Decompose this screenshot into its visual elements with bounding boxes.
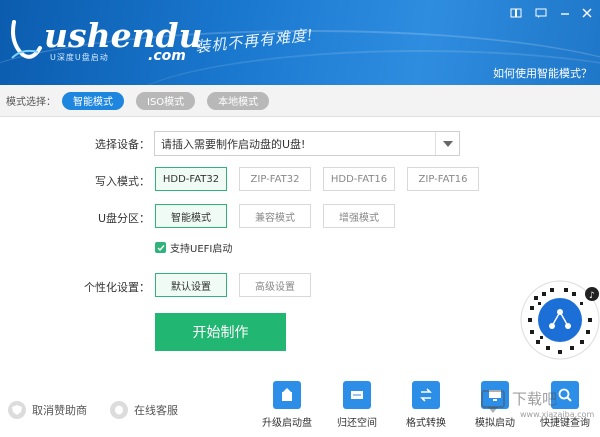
personal-advanced[interactable]: 高级设置	[239, 273, 311, 297]
write-mode-hdd-fat16[interactable]: HDD-FAT16	[323, 167, 395, 191]
logo-icon	[11, 20, 42, 59]
tool-restore-space[interactable]: 归还空间	[327, 381, 387, 429]
uefi-checkbox[interactable]	[155, 242, 166, 253]
tool-label: 归还空间	[337, 418, 377, 429]
close-icon[interactable]	[580, 7, 594, 19]
partition-compatible[interactable]: 兼容模式	[239, 204, 311, 228]
partition-enhanced[interactable]: 增强模式	[323, 204, 395, 228]
mode-tab-local[interactable]: 本地模式	[207, 91, 270, 110]
svg-text:♪: ♪	[589, 291, 595, 301]
watermark-text: 下载吧	[512, 390, 558, 408]
write-mode-zip-fat32[interactable]: ZIP-FAT32	[239, 167, 311, 191]
convert-icon	[412, 381, 440, 409]
write-mode-hdd-fat32[interactable]: HDD-FAT32	[155, 167, 227, 191]
partition-smart[interactable]: 智能模式	[155, 204, 227, 228]
mode-bar: 模式选择： 智能模式 ISO模式 本地模式	[0, 85, 600, 117]
chat-icon	[110, 401, 128, 419]
tool-format-convert[interactable]: 格式转换	[396, 381, 456, 429]
cancel-sponsor-link[interactable]: 取消赞助商	[8, 401, 87, 419]
cancel-sponsor-label: 取消赞助商	[32, 404, 87, 417]
title-banner: ushendu .com U深度U盘启动 装机不再有难度! 如何使用智能模式？	[0, 0, 600, 85]
shield-icon	[8, 401, 26, 419]
disk-icon	[343, 381, 371, 409]
write-mode-zip-fat16[interactable]: ZIP-FAT16	[407, 167, 479, 191]
logo-subtitle: U深度U盘启动	[50, 53, 109, 62]
uefi-option[interactable]: 支持UEFI启动	[155, 240, 232, 255]
tool-upgrade-boot-disk[interactable]: 升级启动盘	[257, 381, 317, 429]
device-select-value: 请插入需要制作启动盘的U盘!	[161, 137, 306, 151]
mode-tab-iso[interactable]: ISO模式	[136, 91, 196, 110]
mode-tab-smart[interactable]: 智能模式	[62, 91, 124, 110]
device-select[interactable]: 请插入需要制作启动盘的U盘!	[154, 131, 460, 156]
help-link[interactable]: 如何使用智能模式？	[493, 65, 592, 81]
message-icon[interactable]	[534, 7, 548, 19]
tool-label: 升级启动盘	[262, 418, 312, 429]
tool-label: 格式转换	[406, 418, 446, 429]
book-icon[interactable]	[509, 7, 523, 19]
qr-code-icon: ♪	[520, 280, 600, 360]
minimize-icon[interactable]	[558, 7, 572, 19]
online-service-label: 在线客服	[134, 404, 178, 417]
chevron-down-icon[interactable]	[435, 132, 459, 155]
mode-label: 模式选择：	[6, 97, 56, 108]
partition-label: U盘分区：	[97, 212, 150, 225]
logo-domain: .com	[148, 48, 186, 64]
personal-label: 个性化设置：	[84, 281, 150, 294]
personal-default[interactable]: 默认设置	[155, 273, 227, 297]
device-label: 选择设备：	[95, 138, 150, 151]
write-mode-label: 写入模式：	[95, 175, 150, 188]
start-button[interactable]: 开始制作	[155, 313, 286, 351]
online-service-link[interactable]: 在线客服	[110, 401, 178, 419]
upgrade-icon	[273, 381, 301, 409]
uefi-label: 支持UEFI启动	[170, 244, 233, 255]
watermark-url: www.xiazaiba.com	[520, 410, 595, 419]
